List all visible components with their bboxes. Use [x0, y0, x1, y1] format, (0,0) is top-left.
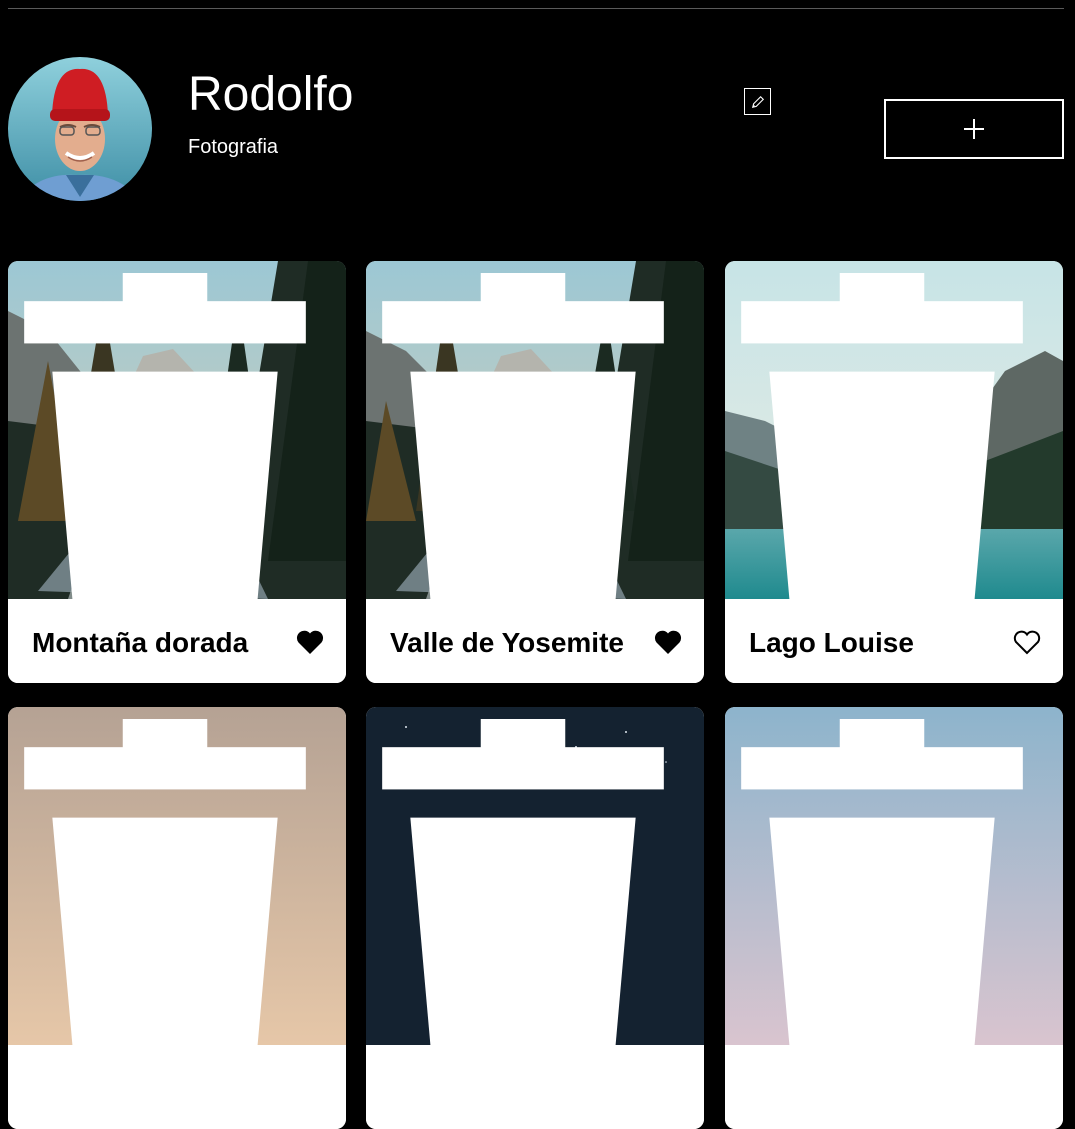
card-title: Valle de Yosemite: [390, 627, 624, 658]
trash-icon[interactable]: [8, 273, 334, 599]
card-title: Montaña dorada: [32, 627, 249, 658]
card-title: Lago Louise: [749, 627, 914, 658]
card: [8, 707, 346, 1129]
card-photo[interactable]: [366, 707, 704, 1045]
card-photo[interactable]: [366, 261, 704, 599]
profile-subtitle: Fotografia: [188, 136, 279, 158]
card-footer: Valle de Yosemite: [366, 599, 704, 683]
heart-filled-icon[interactable]: [296, 629, 324, 655]
heart-filled-icon[interactable]: [654, 629, 682, 655]
avatar: [8, 57, 152, 201]
edit-profile-button[interactable]: [744, 88, 771, 115]
card-footer: Lago Louise: [725, 599, 1063, 683]
trash-icon[interactable]: [725, 719, 1051, 1045]
card-footer: [366, 1045, 704, 1129]
trash-icon[interactable]: [725, 273, 1051, 599]
card-photo[interactable]: [725, 261, 1063, 599]
card-photo[interactable]: [8, 261, 346, 599]
card-footer: [8, 1045, 346, 1129]
plus-icon: [964, 119, 984, 139]
card: [725, 707, 1063, 1129]
trash-icon[interactable]: [8, 719, 334, 1045]
card: Lago Louise: [725, 261, 1063, 683]
pencil-icon: [751, 95, 764, 108]
card: [366, 707, 704, 1129]
card-footer: Montaña dorada: [8, 599, 346, 683]
add-card-button[interactable]: [884, 99, 1064, 159]
top-divider: [8, 8, 1064, 9]
trash-icon[interactable]: [366, 719, 692, 1045]
trash-icon[interactable]: [366, 273, 692, 599]
card: Montaña dorada: [8, 261, 346, 683]
profile-name: Rodolfo: [188, 68, 354, 121]
card: Valle de Yosemite: [366, 261, 704, 683]
card-footer: [725, 1045, 1063, 1129]
card-photo[interactable]: [8, 707, 346, 1045]
heart-outline-icon[interactable]: [1013, 629, 1041, 655]
card-photo[interactable]: [725, 707, 1063, 1045]
